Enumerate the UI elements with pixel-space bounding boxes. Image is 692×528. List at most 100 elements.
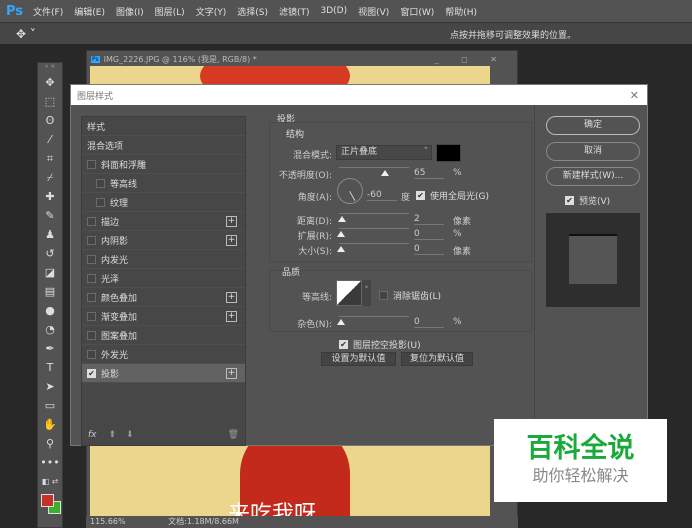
dodge-tool-icon[interactable]: ◔ <box>38 320 62 339</box>
spread-slider-thumb[interactable] <box>337 231 345 237</box>
zoom-level[interactable]: 115.66% <box>90 517 126 526</box>
contour-preview[interactable] <box>336 280 362 306</box>
style-item[interactable]: 内发光 <box>82 250 245 269</box>
move-tool-icon[interactable]: ✥ <box>38 73 62 92</box>
global-light-checkbox[interactable]: ✔ 使用全局光(G) <box>416 189 489 202</box>
spread-input[interactable]: 0 <box>414 229 444 240</box>
swap-colors-icon[interactable]: ◧ ⮂ <box>38 472 62 491</box>
menu-item[interactable]: 文件(F) <box>33 5 63 18</box>
menu-item[interactable]: 文字(Y) <box>196 5 227 18</box>
hand-tool-icon[interactable]: ✋ <box>38 415 62 434</box>
move-up-icon[interactable]: ⬆ <box>109 430 117 440</box>
style-item[interactable]: 描边 + <box>82 212 245 231</box>
foreground-color[interactable] <box>41 494 54 507</box>
angle-dial[interactable] <box>337 178 363 204</box>
history-brush-icon[interactable]: ↺ <box>38 244 62 263</box>
reset-default-button[interactable]: 复位为默认值 <box>401 352 473 366</box>
preview-checkbox[interactable]: ✔ 预览(V) <box>565 194 610 207</box>
magic-wand-icon[interactable]: ⁄ <box>38 130 62 149</box>
style-item[interactable]: 斜面和浮雕 <box>82 155 245 174</box>
blend-mode-select[interactable]: 正片叠底 ˅ <box>336 145 432 160</box>
menu-item[interactable]: 图像(I) <box>116 5 144 18</box>
more-tools-icon[interactable]: ••• <box>38 453 62 472</box>
move-tool-icon[interactable]: ✥ ˅ <box>16 27 36 41</box>
menu-item[interactable]: 滤镜(T) <box>279 5 310 18</box>
blur-tool-icon[interactable]: ● <box>38 301 62 320</box>
fx-icon[interactable]: fx <box>88 430 97 440</box>
marquee-tool-icon[interactable]: ⬚ <box>38 92 62 111</box>
trash-icon[interactable]: 🗑 <box>228 430 239 440</box>
style-item[interactable]: 纹理 <box>82 193 245 212</box>
path-select-icon[interactable]: ➤ <box>38 377 62 396</box>
distance-slider-thumb[interactable] <box>338 216 346 222</box>
zoom-tool-icon[interactable]: ⚲ <box>38 434 62 453</box>
checkbox-unchecked-icon[interactable] <box>87 349 96 359</box>
style-item[interactable]: 外发光 <box>82 345 245 364</box>
menu-item[interactable]: 帮助(H) <box>445 5 477 18</box>
close-icon[interactable]: ✕ <box>630 89 639 102</box>
style-item[interactable]: 光泽 <box>82 269 245 288</box>
menu-item[interactable]: 窗口(W) <box>400 5 434 18</box>
menu-item[interactable]: 视图(V) <box>358 5 389 18</box>
noise-slider-thumb[interactable] <box>337 319 345 325</box>
size-input[interactable]: 0 <box>414 244 444 255</box>
checkbox-unchecked-icon[interactable] <box>87 254 96 264</box>
add-icon[interactable]: + <box>226 310 237 322</box>
move-down-icon[interactable]: ⬇ <box>126 430 134 440</box>
brush-tool-icon[interactable]: ✎ <box>38 206 62 225</box>
size-slider[interactable] <box>339 243 409 244</box>
noise-slider[interactable] <box>339 316 409 317</box>
checkbox-unchecked-icon[interactable] <box>96 178 105 188</box>
add-icon[interactable]: + <box>226 367 237 379</box>
add-icon[interactable]: + <box>226 234 237 246</box>
healing-brush-icon[interactable]: ✚ <box>38 187 62 206</box>
checkbox-unchecked-icon[interactable] <box>87 235 96 245</box>
checkbox-unchecked-icon[interactable] <box>87 216 96 226</box>
checkbox-unchecked-icon[interactable] <box>87 311 96 321</box>
color-swatches[interactable] <box>38 491 62 521</box>
style-item[interactable]: 等高线 <box>82 174 245 193</box>
shape-tool-icon[interactable]: ▭ <box>38 396 62 415</box>
pen-tool-icon[interactable]: ✒ <box>38 339 62 358</box>
add-icon[interactable]: + <box>226 215 237 227</box>
checkbox-unchecked-icon[interactable] <box>87 273 96 283</box>
shadow-color-swatch[interactable] <box>436 144 461 162</box>
checkbox-unchecked-icon[interactable] <box>87 330 96 340</box>
distance-slider[interactable] <box>339 213 409 214</box>
size-slider-thumb[interactable] <box>337 246 345 252</box>
checkbox-unchecked-icon[interactable] <box>96 197 105 207</box>
stamp-tool-icon[interactable]: ♟ <box>38 225 62 244</box>
checkbox-unchecked-icon[interactable] <box>87 292 96 302</box>
panel-grip[interactable]: » × <box>38 63 62 73</box>
spread-slider[interactable] <box>339 228 409 229</box>
add-icon[interactable]: + <box>226 291 237 303</box>
window-controls[interactable]: _ ◻ ✕ <box>435 55 507 64</box>
gradient-tool-icon[interactable]: ▤ <box>38 282 62 301</box>
checkbox-checked-icon[interactable]: ✔ <box>87 368 96 378</box>
crop-tool-icon[interactable]: ⌗ <box>38 149 62 168</box>
eyedropper-icon[interactable]: ⌿ <box>38 168 62 187</box>
style-item[interactable]: 混合选项 <box>82 136 245 155</box>
noise-input[interactable]: 0 <box>414 317 444 328</box>
knockout-checkbox[interactable]: ✔ 图层挖空投影(U) <box>339 338 421 351</box>
opacity-input[interactable]: 65 <box>414 168 444 179</box>
chevron-down-icon[interactable]: ˅ <box>362 280 371 306</box>
opacity-slider[interactable] <box>339 167 409 168</box>
menu-item[interactable]: 图层(L) <box>155 5 185 18</box>
menu-item[interactable]: 3D(D) <box>321 6 348 16</box>
menu-item[interactable]: 选择(S) <box>237 5 268 18</box>
style-item[interactable]: 颜色叠加 + <box>82 288 245 307</box>
angle-input[interactable]: -60 <box>367 190 397 201</box>
menu-item[interactable]: 编辑(E) <box>74 5 105 18</box>
distance-input[interactable]: 2 <box>414 214 444 225</box>
type-tool-icon[interactable]: T <box>38 358 62 377</box>
style-item[interactable]: 样式 <box>82 117 245 136</box>
style-item[interactable]: 内阴影 + <box>82 231 245 250</box>
checkbox-unchecked-icon[interactable] <box>87 159 96 169</box>
cancel-button[interactable]: 取消 <box>546 142 640 161</box>
style-item[interactable]: 渐变叠加 + <box>82 307 245 326</box>
ok-button[interactable]: 确定 <box>546 116 640 135</box>
opacity-slider-thumb[interactable] <box>380 170 389 176</box>
antialias-checkbox[interactable]: 消除锯齿(L) <box>379 289 441 302</box>
new-style-button[interactable]: 新建样式(W)... <box>546 167 640 186</box>
